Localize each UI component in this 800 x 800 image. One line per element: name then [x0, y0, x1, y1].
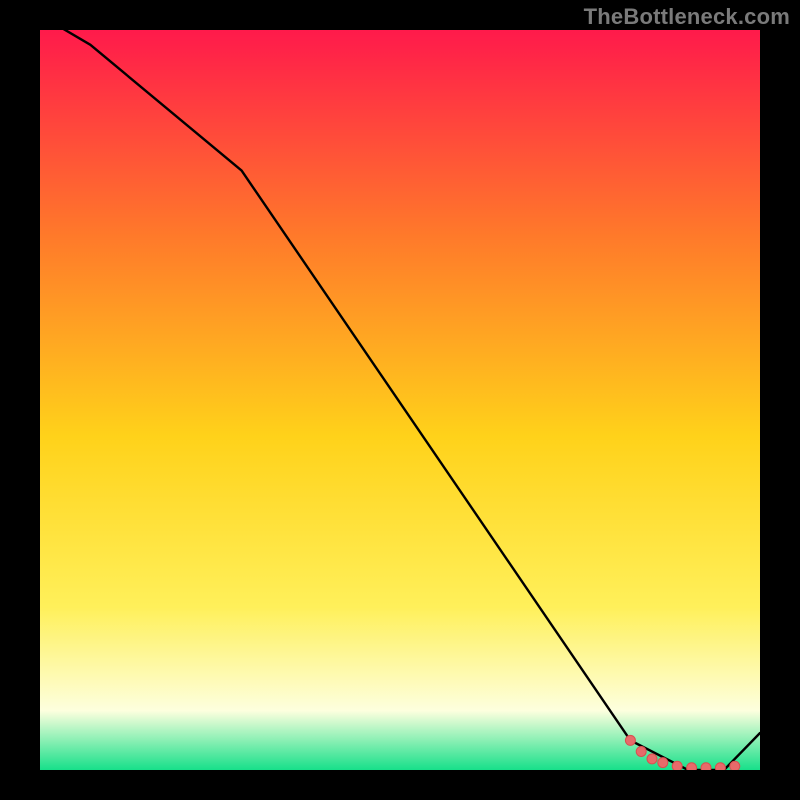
gradient-background: [40, 30, 760, 770]
data-marker: [625, 735, 635, 745]
attribution-text: TheBottleneck.com: [584, 4, 790, 30]
data-marker: [730, 761, 740, 770]
data-marker: [701, 763, 711, 770]
data-marker: [647, 754, 657, 764]
data-marker: [715, 763, 725, 770]
chart-frame: TheBottleneck.com: [0, 0, 800, 800]
chart-svg: [40, 30, 760, 770]
data-marker: [636, 747, 646, 757]
data-marker: [658, 758, 668, 768]
data-marker: [687, 763, 697, 770]
plot-area: [40, 30, 760, 770]
data-marker: [672, 761, 682, 770]
